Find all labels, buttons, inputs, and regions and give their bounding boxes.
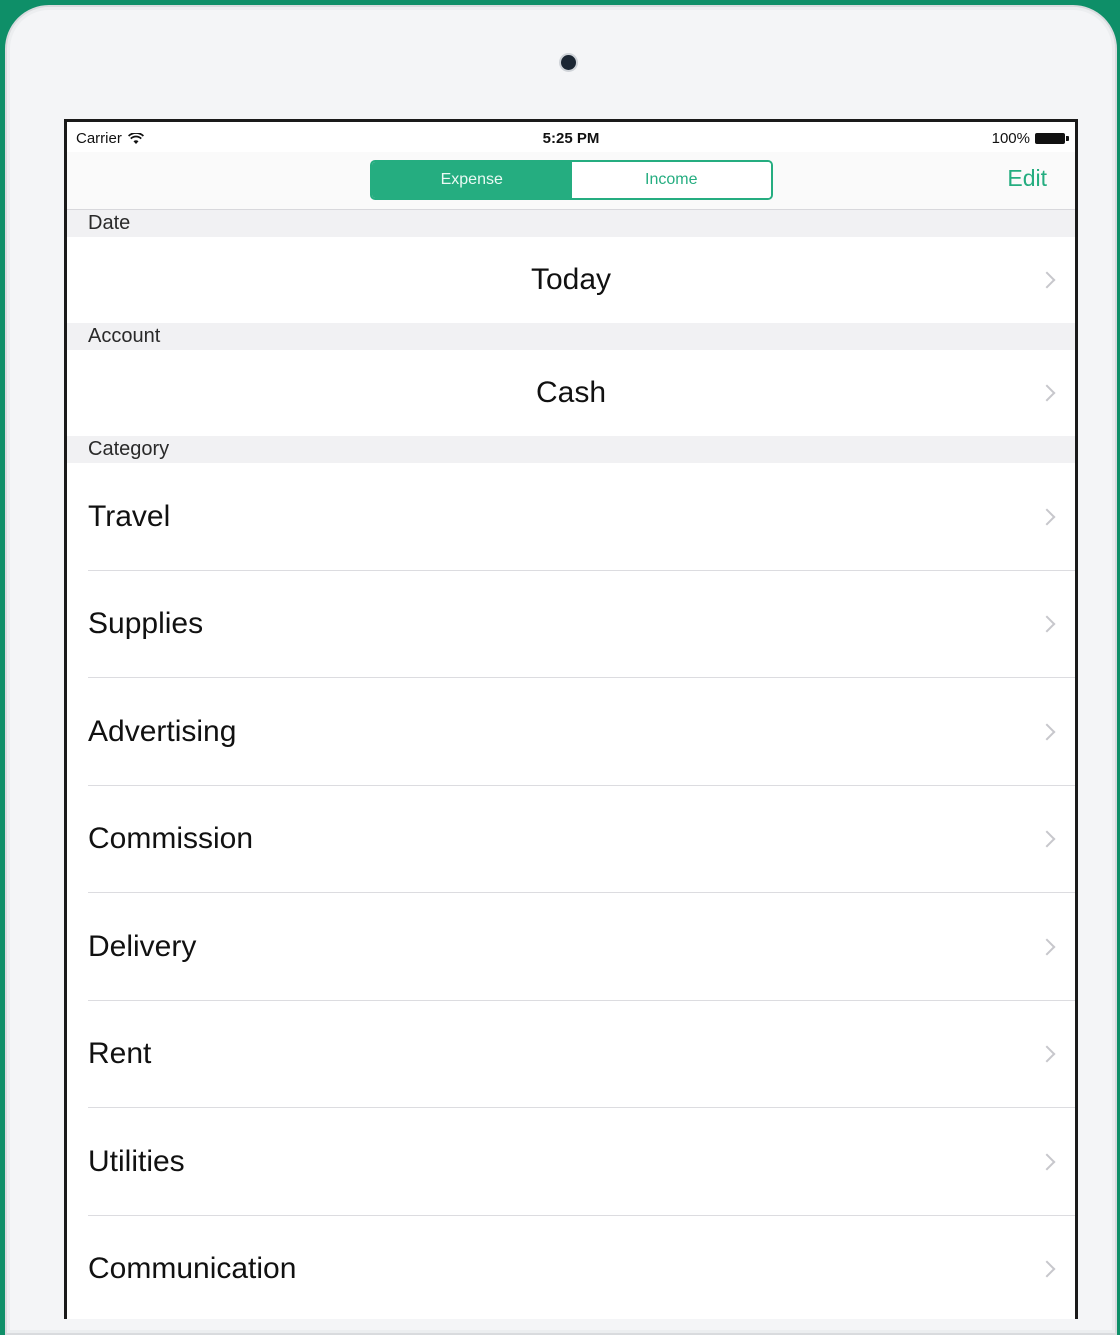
category-item-supplies[interactable]: Supplies (67, 570, 1075, 678)
category-label: Rent (88, 1037, 152, 1071)
battery-icon (1035, 133, 1069, 144)
battery-percent: 100% (991, 130, 1030, 147)
account-cell[interactable]: Cash (67, 350, 1075, 436)
transaction-form-list: Date Today Account Cash Category Travel … (67, 210, 1075, 1319)
battery-indicator: 100% (991, 130, 1069, 147)
date-value: Today (530, 263, 612, 296)
clock: 5:25 PM (542, 130, 600, 147)
category-label: Travel (88, 499, 171, 533)
chevron-right-icon (1038, 615, 1056, 633)
chevron-right-icon (1038, 1260, 1056, 1278)
tablet-frame: Carrier 5:25 PM 100% Expense Income Edit (5, 5, 1117, 1335)
account-value: Cash (535, 376, 607, 409)
category-label: Commission (88, 822, 254, 856)
navigation-bar: Expense Income Edit (67, 152, 1075, 210)
date-cell[interactable]: Today (67, 237, 1075, 323)
category-item-advertising[interactable]: Advertising (67, 678, 1075, 786)
category-item-delivery[interactable]: Delivery (67, 893, 1075, 1001)
category-label: Delivery (88, 929, 197, 963)
chevron-right-icon (1038, 508, 1056, 526)
category-item-utilities[interactable]: Utilities (67, 1108, 1075, 1216)
category-item-travel[interactable]: Travel (67, 463, 1075, 571)
edit-button[interactable]: Edit (1007, 165, 1047, 192)
chevron-right-icon (1038, 1153, 1056, 1171)
chevron-right-icon (1038, 830, 1056, 848)
category-label: Advertising (88, 714, 237, 748)
status-bar: Carrier 5:25 PM 100% (67, 122, 1075, 152)
category-item-communication[interactable]: Communication (67, 1215, 1075, 1319)
category-label: Utilities (88, 1144, 185, 1178)
type-segmented-control: Expense Income (370, 160, 773, 200)
chevron-right-icon (1038, 938, 1056, 956)
segment-income[interactable]: Income (571, 162, 771, 198)
chevron-right-icon (1038, 1045, 1056, 1063)
category-label: Communication (88, 1252, 297, 1286)
section-header-account: Account (67, 323, 1075, 350)
section-header-date: Date (67, 210, 1075, 237)
camera (561, 55, 576, 70)
app-screen: Carrier 5:25 PM 100% Expense Income Edit (64, 119, 1078, 1319)
category-label: Supplies (88, 607, 204, 641)
segment-expense[interactable]: Expense (372, 162, 572, 198)
chevron-right-icon (1038, 723, 1056, 741)
category-item-commission[interactable]: Commission (67, 785, 1075, 893)
category-item-rent[interactable]: Rent (67, 1000, 1075, 1108)
section-header-category: Category (67, 436, 1075, 463)
